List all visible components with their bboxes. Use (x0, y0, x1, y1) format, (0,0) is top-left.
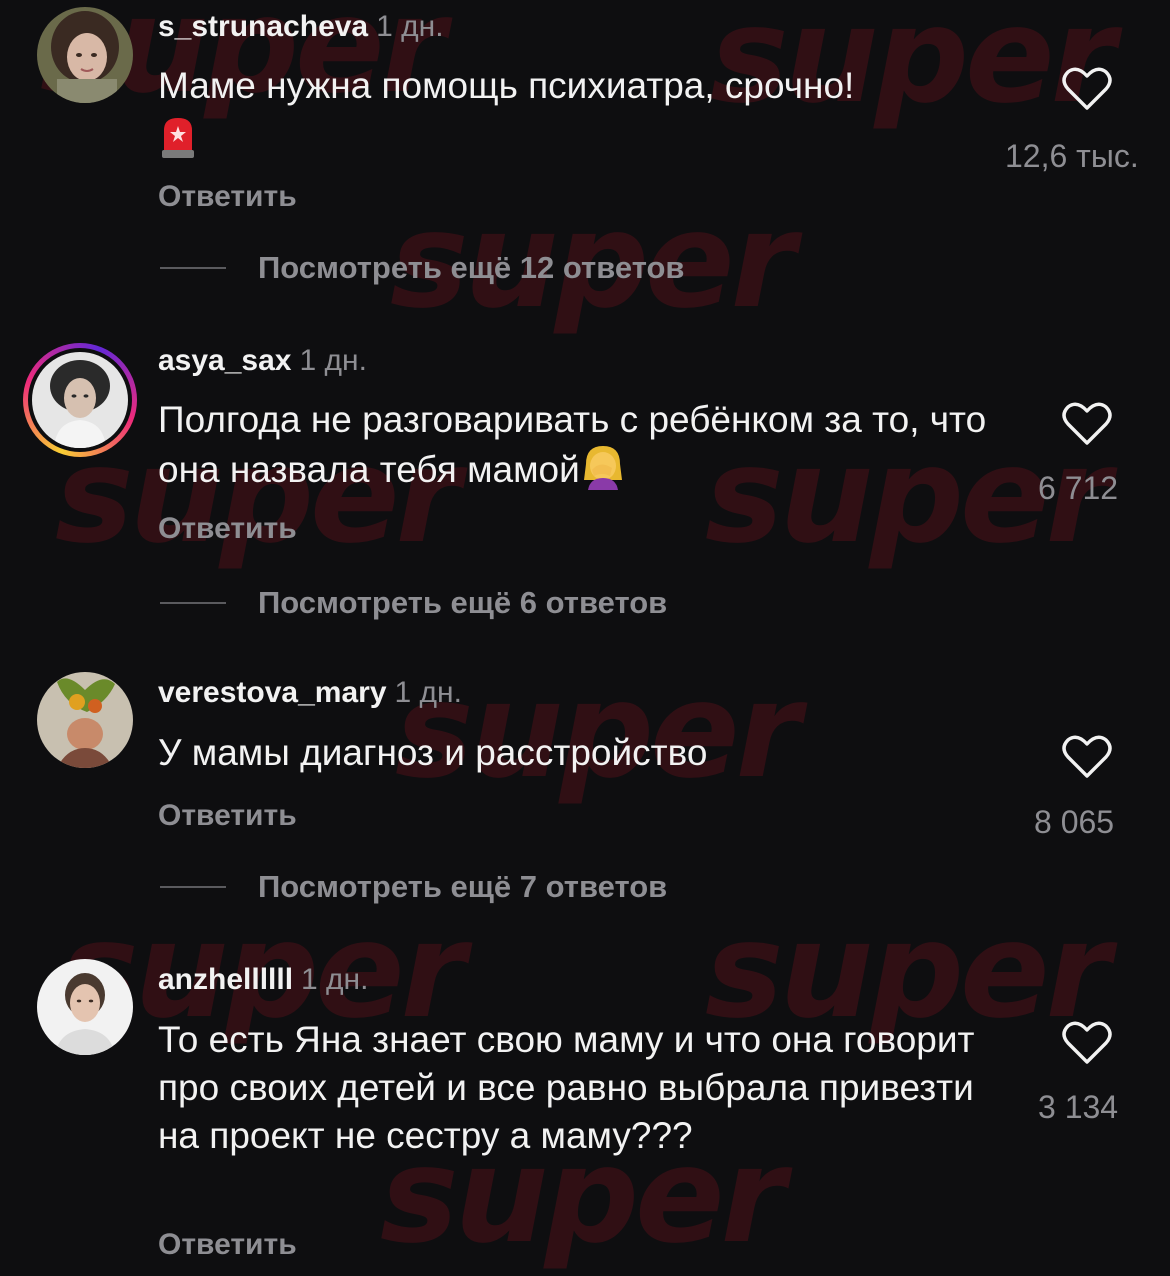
username[interactable]: s_strunacheva (158, 10, 368, 43)
avatar[interactable] (32, 352, 128, 448)
comment-header: anzhellllll 1 дн. (158, 963, 368, 997)
comment-header: s_strunacheva 1 дн. (158, 10, 444, 44)
username[interactable]: asya_sax (158, 344, 291, 377)
woman-facepalming-emoji-icon (580, 444, 626, 490)
story-ring[interactable] (23, 343, 137, 457)
like-count: 8 065 (1034, 804, 1115, 840)
view-more-replies-button[interactable]: Посмотреть ещё 6 ответов (160, 585, 667, 621)
view-more-replies-label: Посмотреть ещё 7 ответов (258, 869, 668, 904)
comment-text-content: Маме нужна помощь психиатра, срочно! (158, 65, 855, 106)
heart-outline-icon[interactable] (1062, 401, 1112, 447)
comment-text: Маме нужна помощь психиатра, срочно! (158, 62, 1018, 159)
comment-time: 1 дн. (301, 963, 369, 996)
heart-outline-icon[interactable] (1062, 734, 1112, 780)
comment-header: asya_sax 1 дн. (158, 344, 367, 378)
comment-text: Полгода не разговаривать с ребёнком за т… (158, 396, 1018, 494)
like-count: 3 134 (1038, 1089, 1119, 1125)
username[interactable]: verestova_mary (158, 676, 387, 709)
like-count: 12,6 тыс. (1005, 138, 1139, 174)
comment-time: 1 дн. (376, 10, 444, 43)
divider (160, 267, 226, 269)
divider (160, 602, 226, 604)
heart-outline-icon[interactable] (1062, 66, 1112, 112)
comment-text-content: То есть Яна знает свою маму и что она го… (158, 1019, 975, 1156)
reply-button[interactable]: Ответить (158, 512, 297, 546)
comment-text: У мамы диагноз и расстройство (158, 729, 1018, 777)
reply-button[interactable]: Ответить (158, 799, 297, 833)
avatar[interactable] (37, 959, 133, 1055)
police-light-emoji-icon (158, 114, 198, 159)
heart-outline-icon[interactable] (1062, 1020, 1112, 1066)
comment-text-content: Полгода не разговаривать с ребёнком за т… (158, 399, 987, 490)
comment-text-content: У мамы диагноз и расстройство (158, 732, 708, 773)
view-more-replies-label: Посмотреть ещё 12 ответов (258, 250, 685, 285)
comment-header: verestova_mary 1 дн. (158, 676, 462, 710)
avatar[interactable] (37, 7, 133, 103)
comment-text: То есть Яна знает свою маму и что она го… (158, 1016, 1008, 1160)
view-more-replies-button[interactable]: Посмотреть ещё 12 ответов (160, 250, 684, 286)
reply-button[interactable]: Ответить (158, 1228, 297, 1262)
view-more-replies-button[interactable]: Посмотреть ещё 7 ответов (160, 869, 667, 905)
view-more-replies-label: Посмотреть ещё 6 ответов (258, 585, 668, 620)
username[interactable]: anzhellllll (158, 963, 293, 996)
comment-time: 1 дн. (299, 344, 367, 377)
avatar[interactable] (37, 672, 133, 768)
like-count: 6 712 (1038, 470, 1119, 506)
reply-button[interactable]: Ответить (158, 180, 297, 214)
divider (160, 886, 226, 888)
comment-time: 1 дн. (394, 676, 462, 709)
